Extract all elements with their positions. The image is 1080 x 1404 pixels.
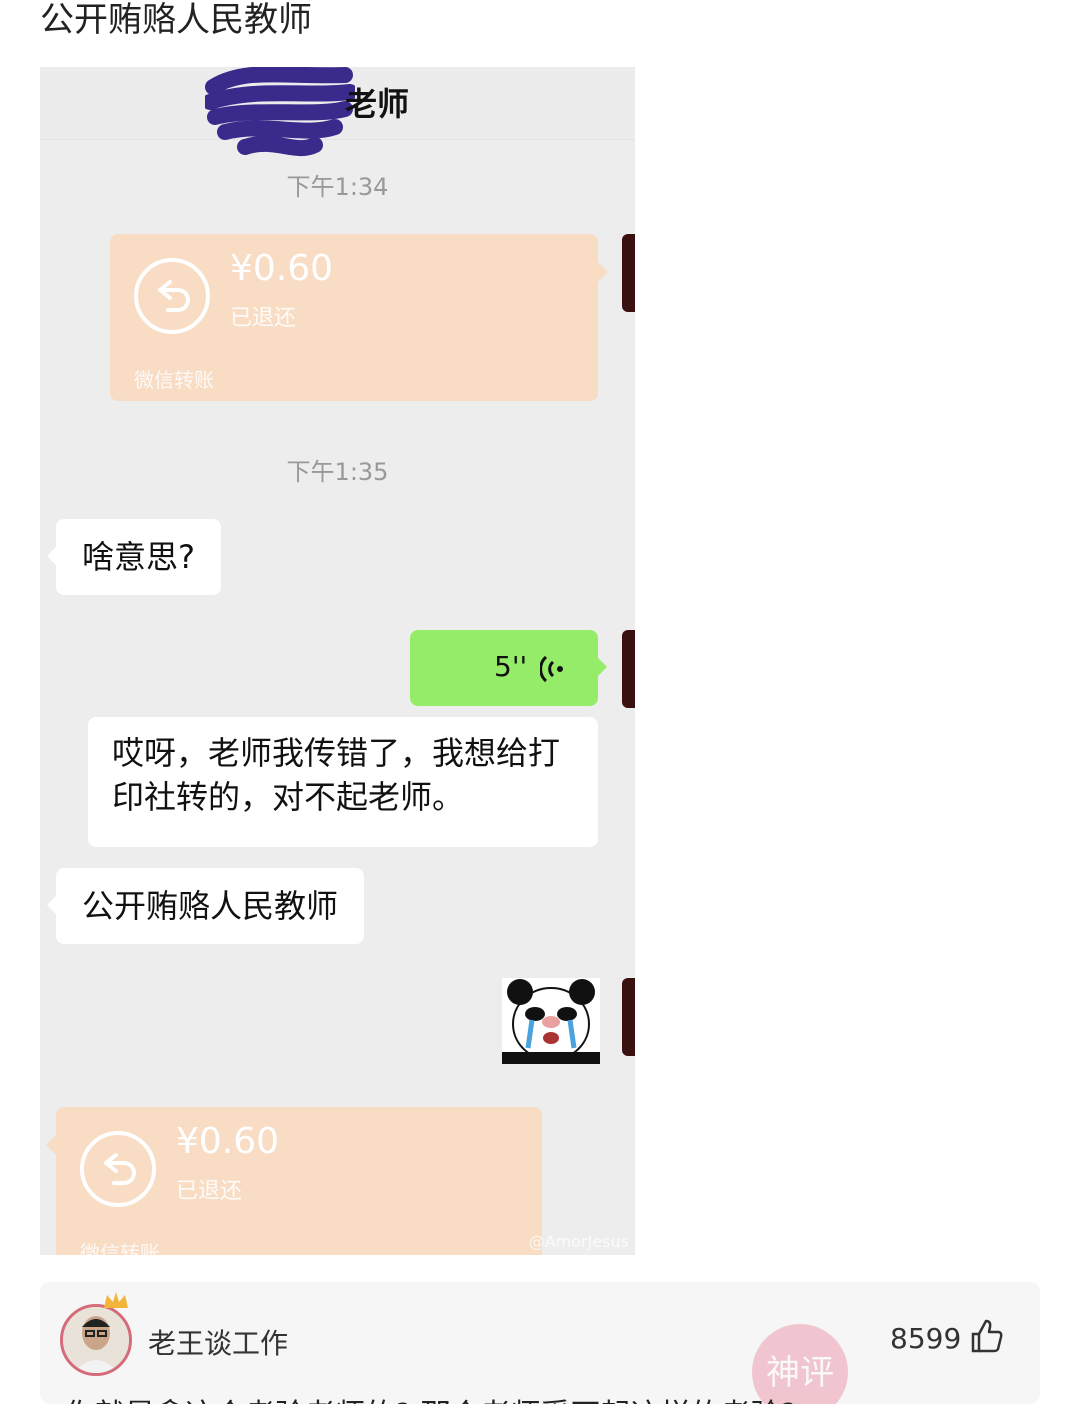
sender-avatar[interactable] [622,234,635,312]
message-text-line: 印社转的，对不起老师。 [112,778,465,816]
sender-avatar[interactable] [622,630,635,708]
comment-card[interactable]: 老王谈工作 神评 8599 你就是拿这个考验老师的? 那个老师受不起这样的考验? [40,1282,1040,1404]
transfer-footer: 微信转账 [80,1241,160,1255]
thumbs-up-icon[interactable] [970,1318,1004,1354]
like-count: 8599 [890,1322,962,1355]
message-bubble[interactable]: 啥意思? [47,519,221,595]
chat-header: 老师 [40,67,635,157]
transfer-amount: ¥0.60 [176,1121,280,1162]
transfer-card[interactable]: ¥0.60 已退还 微信转账 [110,234,608,401]
chat-contact-name: 老师 [345,85,410,123]
message-bubble[interactable]: 哎呀，老师我传错了，我想给打 印社转的，对不起老师。 [88,717,598,847]
voice-wave-icon [540,655,563,683]
message-text-line: 哎呀，老师我传错了，我想给打 [112,734,561,772]
chat-screenshot: 老师 下午1:34 ¥0.60 已退还 微信转账 下午1:35 啥意思? 5''… [40,67,635,1255]
timestamp: 下午1:35 [286,458,389,486]
transfer-footer: 微信转账 [134,368,214,392]
refund-icon [134,258,210,334]
post-title: 公开贿赂人民教师 [40,0,312,40]
refund-icon [80,1131,156,1207]
featured-comment-stamp: 神评 [752,1324,848,1404]
commenter-name[interactable]: 老王谈工作 [148,1322,288,1362]
transfer-status: 已退还 [176,1179,243,1204]
message-text: 公开贿赂人民教师 [82,887,339,925]
crown-icon [104,1292,128,1308]
redaction-scribble [205,67,355,157]
weibo-watermark: @AmorJesus [528,1232,629,1251]
transfer-amount: ¥0.60 [230,248,334,289]
commenter-avatar[interactable] [60,1304,132,1376]
message-text: 啥意思? [82,538,195,576]
message-bubble[interactable]: 公开贿赂人民教师 [47,868,365,944]
voice-message[interactable]: 5'' [410,630,607,706]
comment-text: 你就是拿这个考验老师的? 那个老师受不起这样的考验? [65,1390,796,1404]
transfer-status: 已退还 [230,306,297,331]
crying-panda-sticker[interactable] [502,978,600,1064]
timestamp: 下午1:34 [286,173,389,201]
voice-duration: 5'' [494,650,528,683]
sender-avatar[interactable] [622,978,635,1056]
stamp-label: 神评 [766,1353,834,1393]
transfer-card[interactable]: ¥0.60 已退还 微信转账 [46,1107,542,1255]
